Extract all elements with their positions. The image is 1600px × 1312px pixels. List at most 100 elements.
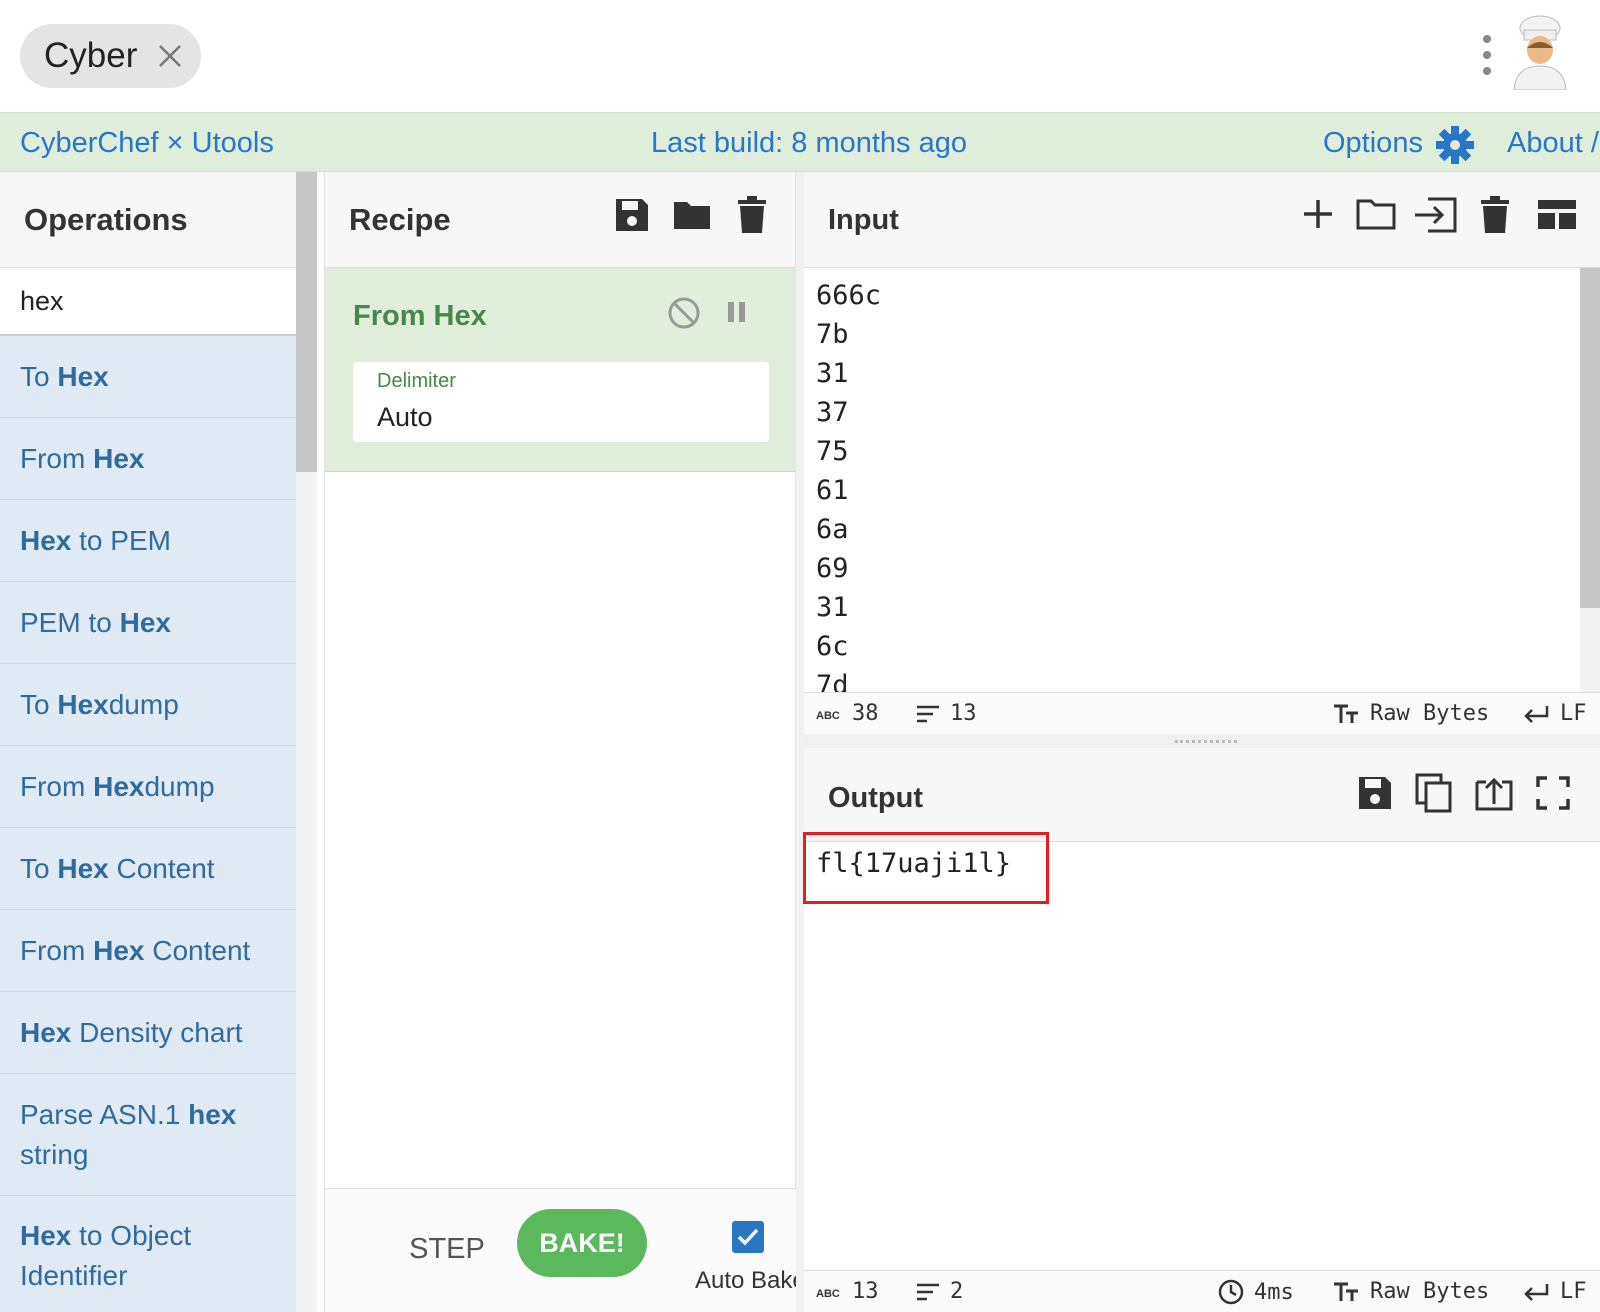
output-status-bar: ABC 13 2 4ms Raw Bytes LF xyxy=(804,1270,1600,1312)
operation-label-match: Hex xyxy=(93,770,145,802)
operation-item[interactable]: From Hex Content xyxy=(0,910,296,992)
copy-icon[interactable] xyxy=(1414,772,1454,814)
clear-input-icon[interactable] xyxy=(1480,196,1510,234)
operation-label-suffix: Density chart xyxy=(71,1016,243,1048)
input-line: 6c xyxy=(816,631,849,662)
input-line: 7b xyxy=(816,319,849,350)
output-lines-value: 2 xyxy=(950,1279,964,1304)
operation-item[interactable]: Hex to Object Identifier xyxy=(0,1196,296,1312)
output-encoding[interactable]: Raw Bytes xyxy=(1332,1279,1489,1304)
input-length: ABC 38 xyxy=(816,701,879,726)
add-tab-icon[interactable] xyxy=(1300,196,1336,232)
gear-icon[interactable] xyxy=(1435,125,1475,165)
operation-item[interactable]: From Hexdump xyxy=(0,746,296,828)
disable-icon[interactable] xyxy=(667,296,701,330)
input-panel: Input 666c 7b 31 37 75 61 6a 69 31 6c 7d ABC 38 13 xyxy=(804,172,1600,734)
input-scrollbar-thumb[interactable] xyxy=(1580,268,1600,608)
recipe-operation-from-hex[interactable]: From Hex Delimiter Auto xyxy=(325,268,797,472)
output-length-value: 13 xyxy=(852,1279,879,1304)
abc-icon: ABC xyxy=(816,710,840,721)
operation-item-label: Hex to PEM xyxy=(20,521,171,561)
operation-label-match: Hex xyxy=(57,852,109,884)
maximize-icon[interactable] xyxy=(1536,776,1570,810)
operation-item[interactable]: From Hex xyxy=(0,418,296,500)
operation-item[interactable]: To Hex xyxy=(0,336,296,418)
operations-search-input[interactable]: hex xyxy=(0,268,296,336)
operation-label-prefix: From xyxy=(20,770,94,802)
operation-label-match: Hex xyxy=(20,1016,72,1048)
close-icon[interactable] xyxy=(156,42,184,70)
save-icon[interactable] xyxy=(613,196,651,234)
save-output-icon[interactable] xyxy=(1356,774,1394,812)
chef-avatar-icon[interactable] xyxy=(1508,14,1572,90)
panel-resize-handle[interactable] xyxy=(796,172,804,1312)
operation-item[interactable]: Parse ASN.1 hex string xyxy=(0,1074,296,1196)
input-status-bar: ABC 38 13 Raw Bytes LF xyxy=(804,692,1600,734)
build-info: Last build: 8 months ago xyxy=(651,127,967,159)
top-bar: Cyber xyxy=(0,0,1600,112)
open-folder-icon[interactable] xyxy=(1355,196,1397,232)
trash-icon[interactable] xyxy=(737,196,767,234)
operation-item-label: Hex Density chart xyxy=(20,1013,243,1053)
tab-chip[interactable]: Cyber xyxy=(20,24,201,88)
output-encoding-value: Raw Bytes xyxy=(1370,1279,1490,1304)
clock-icon xyxy=(1218,1279,1244,1305)
operation-item[interactable]: Hex Density chart xyxy=(0,992,296,1074)
output-title: Output xyxy=(828,782,924,814)
svg-text:ABC: ABC xyxy=(816,1288,840,1299)
options-link[interactable]: Options xyxy=(1323,127,1423,160)
operation-item-label: To Hex xyxy=(20,357,109,397)
info-banner: CyberChef × Utools Last build: 8 months … xyxy=(0,112,1600,172)
operations-panel: Operations hex To Hex From Hex Hex to PEM P… xyxy=(0,172,296,1312)
operation-item[interactable]: To Hex Content xyxy=(0,828,296,910)
operation-label-match: Hex xyxy=(57,360,109,392)
operation-label-suffix: dump xyxy=(144,770,215,802)
output-time-value: 4ms xyxy=(1254,1279,1294,1305)
auto-bake-checkbox[interactable] xyxy=(732,1221,764,1253)
kebab-menu-icon[interactable] xyxy=(1482,34,1492,76)
operation-label-suffix: Content xyxy=(144,934,251,966)
input-line: 75 xyxy=(816,436,849,467)
input-encoding[interactable]: Raw Bytes xyxy=(1332,701,1489,726)
return-icon xyxy=(1524,1283,1549,1301)
abc-icon: ABC xyxy=(816,1288,840,1299)
lines-icon xyxy=(917,1283,939,1300)
layout-icon[interactable] xyxy=(1536,196,1578,232)
output-highlight-box xyxy=(803,832,1049,904)
open-file-icon[interactable] xyxy=(1412,196,1458,234)
output-eol[interactable]: LF xyxy=(1522,1279,1587,1304)
folder-icon[interactable] xyxy=(672,196,712,234)
input-eol[interactable]: LF xyxy=(1522,701,1587,726)
pause-icon[interactable] xyxy=(725,298,749,326)
input-eol-value: LF xyxy=(1560,701,1587,726)
about-link[interactable]: About / xyxy=(1507,127,1599,160)
operation-item-label: PEM to Hex xyxy=(20,603,171,643)
delimiter-field[interactable]: Delimiter Auto xyxy=(353,362,769,442)
operation-item[interactable]: To Hexdump xyxy=(0,664,296,746)
bake-button[interactable]: BAKE! xyxy=(517,1209,647,1277)
operation-item-label: From Hexdump xyxy=(20,767,215,807)
operation-label-prefix: To xyxy=(20,688,58,720)
input-textarea[interactable]: 666c 7b 31 37 75 61 6a 69 31 6c 7d xyxy=(816,276,881,705)
operation-item[interactable]: Hex to PEM xyxy=(0,500,296,582)
operation-label-prefix: From xyxy=(20,442,94,474)
input-line: 6a xyxy=(816,514,849,545)
delimiter-value[interactable]: Auto xyxy=(377,402,433,433)
output-lines-count: 2 xyxy=(916,1279,963,1304)
lines-icon xyxy=(917,705,939,722)
operation-label-match: Hex xyxy=(20,1219,72,1251)
input-length-value: 38 xyxy=(852,701,879,726)
auto-bake-label: Auto Bake xyxy=(695,1267,806,1294)
operation-item[interactable]: PEM to Hex xyxy=(0,582,296,664)
operation-item-label: From Hex Content xyxy=(20,931,250,971)
operations-scrollbar-thumb[interactable] xyxy=(296,172,317,472)
replace-input-icon[interactable] xyxy=(1474,774,1514,812)
resize-grip-icon xyxy=(1175,740,1237,744)
app-title-link[interactable]: CyberChef × Utools xyxy=(20,127,274,160)
operations-title: Operations xyxy=(0,172,296,268)
operation-label-suffix: to PEM xyxy=(71,524,171,556)
operation-label-suffix: string xyxy=(20,1138,89,1170)
operation-label-suffix: Content xyxy=(108,852,215,884)
operation-item-label: To Hexdump xyxy=(20,685,179,725)
step-button[interactable]: STEP xyxy=(397,1219,497,1279)
